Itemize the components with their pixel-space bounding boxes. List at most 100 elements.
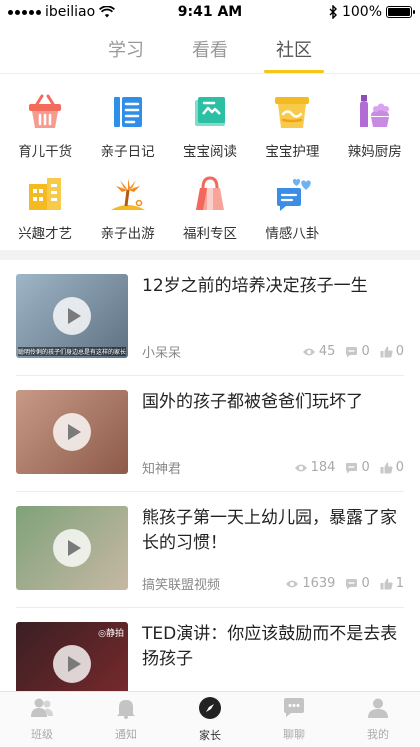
views-value: 45 [318,344,336,359]
nav-label: 班级 [31,728,53,741]
status-left: ibeiliao [8,4,158,20]
eye-icon [302,347,316,357]
nav-label: 通知 [115,728,137,741]
play-icon[interactable] [53,529,91,567]
likes-count[interactable]: 0 [380,344,404,359]
category-book[interactable]: 宝宝阅读 [169,90,251,160]
likes-count[interactable]: 1 [380,576,404,591]
video-feed: 聪明伶俐的孩子们身边总是有这样的家长 12岁之前的培养决定孩子一生 小呆呆 45 0 0 国… [0,260,420,724]
eye-icon [294,463,308,473]
category-diary[interactable]: 亲子日记 [86,90,168,160]
thumbs-up-icon [380,462,393,474]
views-count: 1639 [285,576,335,591]
category-label: 育儿干货 [18,144,73,160]
likes-count[interactable]: 0 [380,460,404,475]
play-icon[interactable] [53,297,91,335]
feed-item-body: 国外的孩子都被爸爸们玩坏了知神君 184 0 0 [142,390,404,477]
nav-bell[interactable]: 通知 [84,692,168,747]
feed-item-stats: 45 0 0 [302,344,404,359]
status-right: 100% [262,4,415,20]
views-value: 184 [310,460,336,475]
category-chat-hearts[interactable]: 情感八卦 [251,172,333,242]
comments-count[interactable]: 0 [345,344,370,359]
comments-count[interactable]: 0 [345,576,370,591]
video-thumbnail[interactable] [16,390,128,474]
basin-icon [270,90,314,134]
bell-icon [115,697,137,723]
feed-item[interactable]: 国外的孩子都被爸爸们玩坏了知神君 184 0 0 [16,376,404,492]
gift-bag-icon [188,172,232,216]
author-name[interactable]: 小呆呆 [142,342,181,361]
chat-icon [282,697,306,723]
tab-watch[interactable]: 看看 [188,24,232,73]
author-name[interactable]: 知神君 [142,458,181,477]
feed-item[interactable]: 熊孩子第一天上幼儿园，暴露了家长的习惯！ 搞笑联盟视频 1639 0 1 [16,492,404,608]
status-bar: ibeiliao 9:41 AM 100% [0,0,420,24]
category-basket[interactable]: 育儿干货 [4,90,86,160]
chat-hearts-icon [270,172,314,216]
nav-class[interactable]: 班级 [0,692,84,747]
nav-chat[interactable]: 聊聊 [252,692,336,747]
compass-icon [198,696,222,724]
author-name[interactable]: 搞笑联盟视频 [142,574,220,593]
comment-icon [345,578,358,590]
book-icon [188,90,232,134]
feed-item-meta: 搞笑联盟视频 1639 0 1 [142,574,404,593]
feed-item-meta: 知神君 184 0 0 [142,458,404,477]
feed-item-meta: 小呆呆 45 0 0 [142,342,404,361]
comments-value: 0 [361,344,370,359]
class-icon [30,697,54,723]
play-icon[interactable] [53,645,91,683]
feed-item-title[interactable]: 12岁之前的培养决定孩子一生 [142,274,404,299]
category-grid: 育儿干货 亲子日记 宝宝阅读 宝宝护理 辣妈厨房兴趣才艺 亲子出游 福利专区 情感八卦 [0,74,420,250]
bluetooth-icon [329,5,337,19]
basket-icon [23,90,67,134]
category-label: 福利专区 [182,226,237,242]
feed-item-title[interactable]: TED演讲：你应该鼓励而不是去表扬孩子 [142,622,404,672]
carrier-name: ibeiliao [45,4,96,20]
category-palm-tree[interactable]: 亲子出游 [86,172,168,242]
thumbs-up-icon [380,578,393,590]
eye-icon [285,579,299,589]
category-label: 宝宝阅读 [182,144,237,160]
comment-icon [345,346,358,358]
palm-tree-icon [106,172,150,216]
views-count: 184 [294,460,336,475]
nav-profile[interactable]: 我的 [336,692,420,747]
thumbs-up-icon [380,346,393,358]
likes-value: 0 [395,344,404,359]
category-gift-bag[interactable]: 福利专区 [169,172,251,242]
likes-value: 1 [395,576,404,591]
category-label: 亲子日记 [100,144,155,160]
feed-item-stats: 1639 0 1 [285,576,404,591]
feed-item-body: 熊孩子第一天上幼儿园，暴露了家长的习惯！ 搞笑联盟视频 1639 0 1 [142,506,404,593]
diary-icon [106,90,150,134]
nav-label: 聊聊 [283,728,305,741]
category-building[interactable]: 兴趣才艺 [4,172,86,242]
category-kitchen[interactable]: 辣妈厨房 [334,90,416,160]
video-thumbnail[interactable]: 聪明伶俐的孩子们身边总是有这样的家长 [16,274,128,358]
signal-icon [8,9,41,15]
tab-community[interactable]: 社区 [264,24,324,73]
tab-study[interactable]: 学习 [104,24,148,73]
wifi-icon [99,6,116,18]
video-thumbnail[interactable] [16,506,128,590]
feed-item[interactable]: 聪明伶俐的孩子们身边总是有这样的家长 12岁之前的培养决定孩子一生小呆呆 45 0 0 [16,260,404,376]
play-icon[interactable] [53,413,91,451]
category-label: 情感八卦 [265,226,320,242]
category-label: 亲子出游 [100,226,155,242]
top-tabs: 学习 看看 社区 [0,24,420,74]
comments-value: 0 [361,460,370,475]
feed-item-title[interactable]: 国外的孩子都被爸爸们玩坏了 [142,390,404,415]
status-time: 9:41 AM [177,4,243,20]
category-basin[interactable]: 宝宝护理 [251,90,333,160]
category-label: 兴趣才艺 [18,226,73,242]
feed-item-title[interactable]: 熊孩子第一天上幼儿园，暴露了家长的习惯！ [142,506,404,556]
section-divider [0,250,420,260]
battery-percent: 100% [341,4,382,20]
nav-label: 家长 [199,729,221,742]
comments-count[interactable]: 0 [345,460,370,475]
category-label: 辣妈厨房 [347,144,402,160]
nav-compass[interactable]: 家长 [168,692,252,747]
feed-item-body: 12岁之前的培养决定孩子一生小呆呆 45 0 0 [142,274,404,361]
